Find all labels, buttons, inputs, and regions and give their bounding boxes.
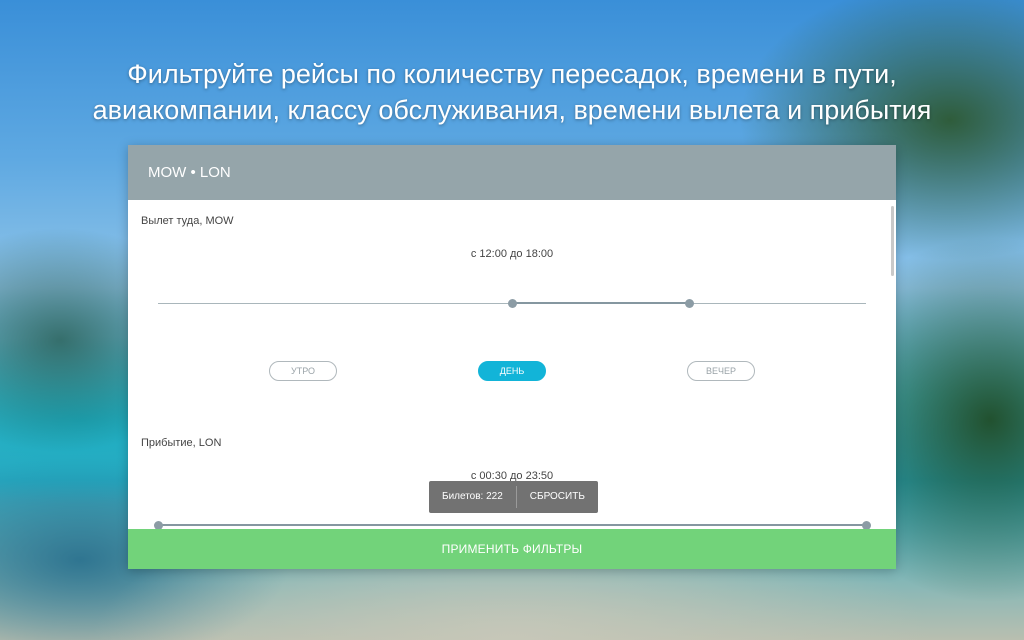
chip-morning[interactable]: УТРО — [269, 361, 337, 381]
filter-panel: MOW • LON Вылет туда, MOW с 12:00 до 18:… — [128, 145, 896, 569]
panel-header: MOW • LON — [128, 145, 896, 200]
promo-headline: Фильтруйте рейсы по количеству пересадок… — [0, 56, 1024, 128]
departure-section-title: Вылет туда, MOW — [141, 215, 234, 227]
departure-time-slider[interactable] — [158, 299, 866, 309]
scrollbar[interactable] — [891, 206, 894, 276]
arrival-section-title: Прибытие, LON — [141, 437, 222, 449]
headline-line-2: авиакомпании, классу обслуживания, време… — [92, 95, 932, 125]
slider-active-range — [512, 302, 689, 304]
departure-range-text: с 12:00 до 18:00 — [470, 248, 554, 260]
filter-scroll-area[interactable]: Вылет туда, MOW с 12:00 до 18:00 УТРО ДЕ… — [128, 200, 896, 530]
chip-evening[interactable]: ВЕЧЕР — [687, 361, 755, 381]
route-title: MOW • LON — [148, 164, 231, 181]
slider-active-range — [158, 524, 866, 526]
slider-start-handle[interactable] — [508, 299, 517, 308]
tickets-toast: Билетов: 222 СБРОСИТЬ — [429, 481, 598, 513]
reset-button[interactable]: СБРОСИТЬ — [517, 481, 598, 513]
apply-filters-button[interactable]: ПРИМЕНИТЬ ФИЛЬТРЫ — [128, 529, 896, 569]
headline-line-1: Фильтруйте рейсы по количеству пересадок… — [127, 59, 897, 89]
tickets-count: Билетов: 222 — [442, 491, 503, 502]
slider-end-handle[interactable] — [685, 299, 694, 308]
chip-day[interactable]: ДЕНЬ — [478, 361, 546, 381]
